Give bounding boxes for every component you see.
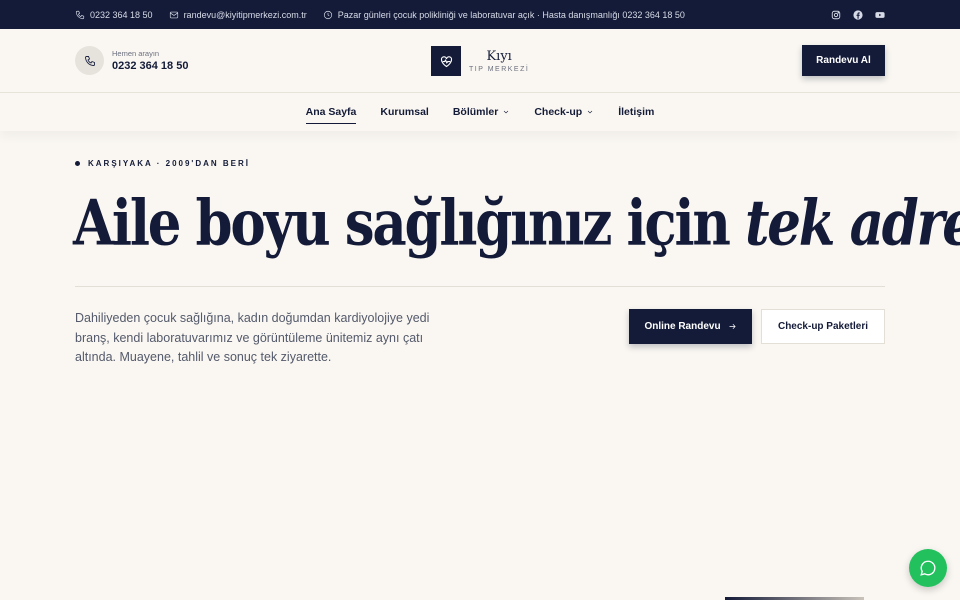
- facebook-icon[interactable]: [853, 9, 863, 20]
- top-bar: 0232 364 18 50 randevu@kiyitipmerkezi.co…: [0, 0, 960, 29]
- topbar-notice: Pazar günleri çocuk polikliniği ve labor…: [323, 10, 685, 20]
- topbar-email[interactable]: randevu@kiyitipmerkezi.com.tr: [169, 10, 307, 20]
- online-appointment-button[interactable]: Online Randevu: [629, 309, 752, 344]
- button-label: Online Randevu: [644, 321, 721, 332]
- mail-icon: [169, 11, 178, 18]
- headline-plain: Aile boyu sağlığınız için: [73, 186, 745, 260]
- logo-name: Kıyı: [486, 48, 512, 64]
- whatsapp-button[interactable]: [909, 549, 947, 587]
- topbar-email-text: randevu@kiyitipmerkezi.com.tr: [183, 9, 307, 20]
- nav-label: Kurumsal: [380, 106, 429, 118]
- topbar-phone[interactable]: 0232 364 18 50: [75, 10, 153, 20]
- call-block[interactable]: Hemen arayın 0232 364 18 50: [75, 46, 188, 75]
- nav-item-checkup[interactable]: Check-up: [534, 93, 594, 131]
- logo-subtitle: TIP MERKEZİ: [469, 65, 530, 73]
- eyebrow-text: KARŞIYAKA · 2009'DAN BERİ: [88, 159, 251, 168]
- topbar-phone-text: 0232 364 18 50: [90, 9, 153, 20]
- call-number: 0232 364 18 50: [112, 60, 189, 72]
- nav-item-contact[interactable]: İletişim: [618, 93, 654, 131]
- main-nav: Ana Sayfa Kurumsal Bölümler Check-up İle…: [0, 93, 960, 131]
- arrow-right-icon: [729, 324, 736, 329]
- chevron-down-icon: [504, 110, 509, 114]
- appointment-button[interactable]: Randevu Al: [802, 45, 885, 76]
- nav-item-home[interactable]: Ana Sayfa: [305, 93, 357, 131]
- nav-item-about[interactable]: Kurumsal: [380, 93, 428, 131]
- social-links: [831, 9, 885, 20]
- hero-divider: [75, 286, 885, 287]
- hero-headline: Aile boyu sağlığınız için tek adres: [73, 188, 960, 259]
- site-header: Hemen arayın 0232 364 18 50 Kıyı TIP MER…: [0, 29, 960, 93]
- headline-italic: tek adres: [745, 186, 960, 260]
- phone-icon: [75, 10, 85, 19]
- nav-label: Check-up: [534, 106, 583, 118]
- topbar-notice-text: Pazar günleri çocuk polikliniği ve labor…: [337, 9, 685, 20]
- call-label: Hemen arayın: [112, 49, 160, 58]
- chevron-down-icon: [587, 110, 593, 114]
- nav-label: İletişim: [618, 106, 655, 118]
- hero-eyebrow: KARŞIYAKA · 2009'DAN BERİ: [75, 159, 250, 168]
- phone-icon: [75, 46, 104, 75]
- heart-pulse-icon: [431, 46, 461, 76]
- nav-label: Bölümler: [452, 106, 499, 118]
- hero-lead: Dahiliyeden çocuk sağlığına, kadın doğum…: [75, 311, 430, 364]
- nav-label: Ana Sayfa: [305, 106, 357, 118]
- checkup-packages-button[interactable]: Check-up Paketleri: [761, 309, 885, 344]
- clock-icon: [323, 10, 332, 19]
- logo[interactable]: Kıyı TIP MERKEZİ: [431, 46, 529, 76]
- nav-item-departments[interactable]: Bölümler: [453, 93, 511, 131]
- youtube-icon[interactable]: [875, 10, 885, 20]
- chat-bubble-icon: [920, 560, 936, 576]
- bullet-dot: [75, 161, 80, 166]
- instagram-icon[interactable]: [831, 10, 841, 20]
